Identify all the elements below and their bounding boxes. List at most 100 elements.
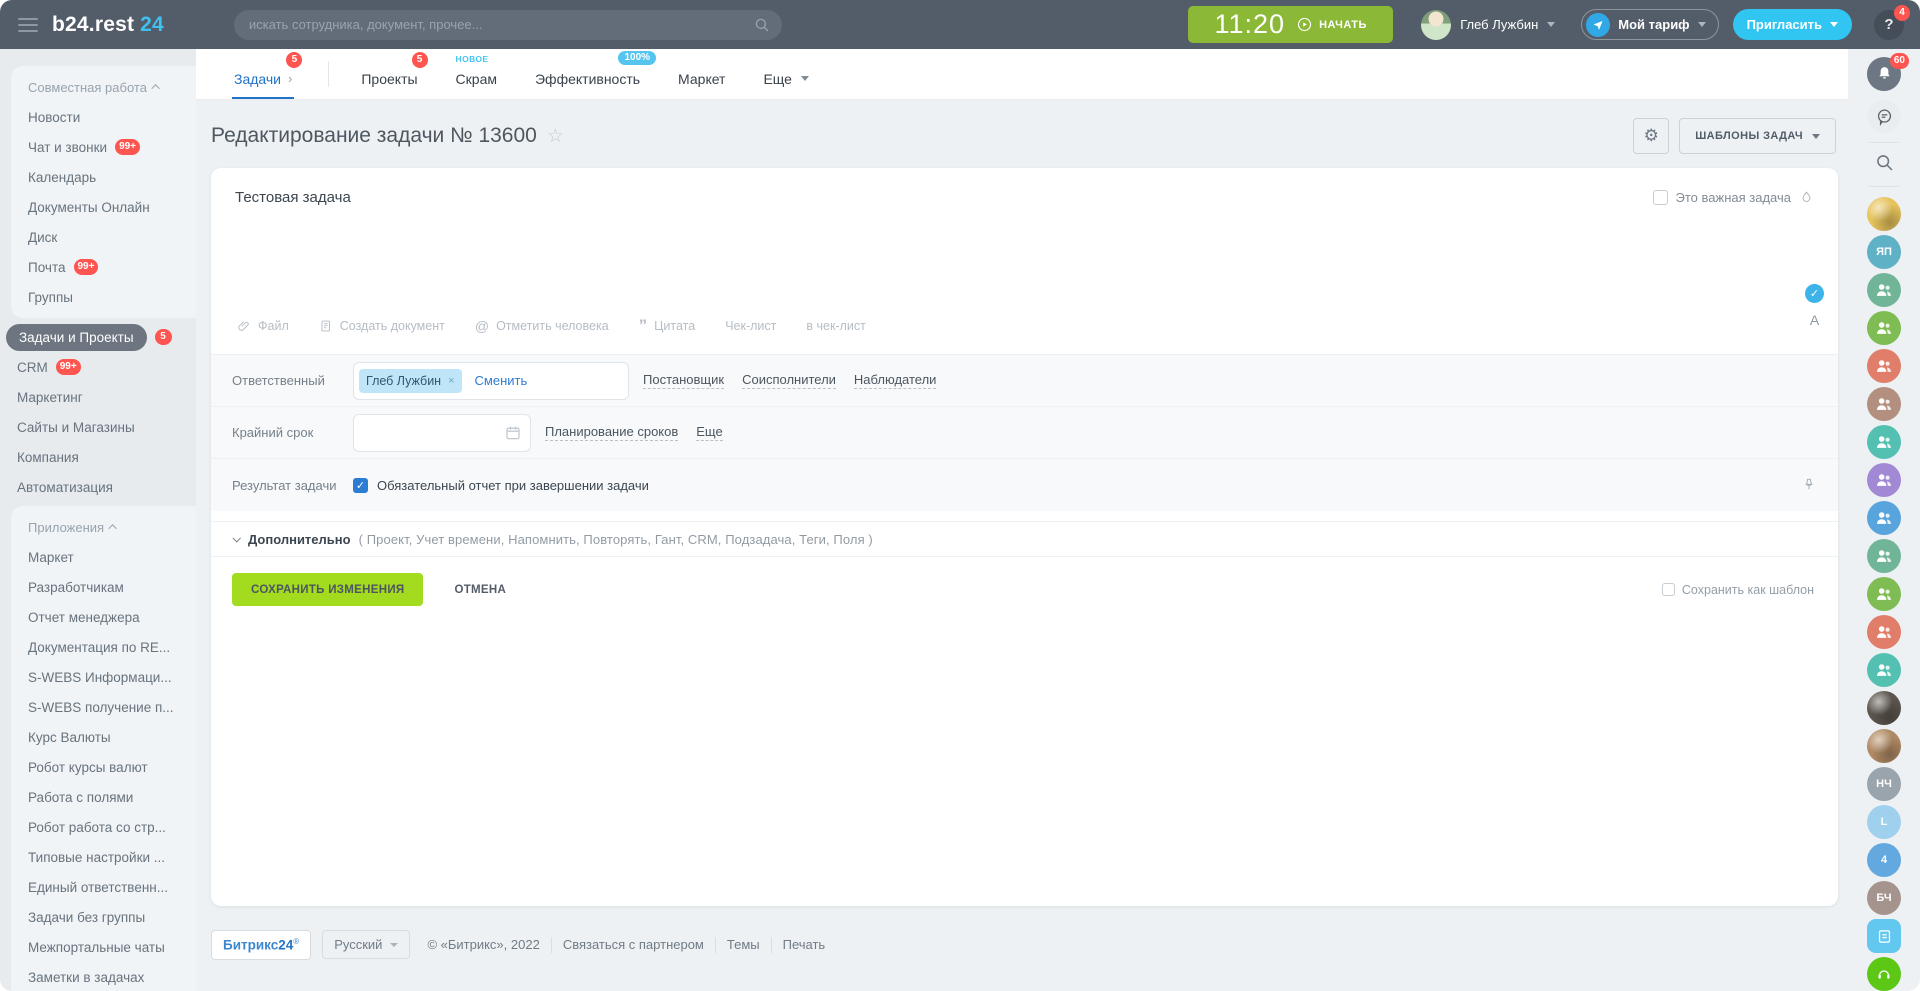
favorite-star-icon[interactable]: ☆ — [547, 125, 564, 147]
rail-search-button[interactable] — [1874, 152, 1895, 178]
menu-hamburger-icon[interactable] — [18, 18, 38, 32]
required-report-checkbox[interactable]: ✓ — [353, 478, 368, 493]
chat-avatar[interactable]: L — [1867, 805, 1901, 839]
notifications-button[interactable]: 60 — [1867, 57, 1901, 91]
sidebar-item-robot-strings[interactable]: Робот работа со стр... — [11, 812, 196, 842]
sidebar-item-marketing[interactable]: Маркетинг — [0, 382, 196, 412]
sidebar-item-crm[interactable]: CRM99+ — [0, 352, 196, 382]
change-responsible-link[interactable]: Сменить — [475, 373, 528, 388]
search-icon[interactable] — [753, 16, 771, 39]
group-chat-avatar[interactable] — [1867, 615, 1901, 649]
cancel-button[interactable]: ОТМЕНА — [454, 584, 506, 596]
attach-file-button[interactable]: Файл — [237, 319, 289, 333]
sidebar-item-chat[interactable]: Чат и звонки99+ — [11, 132, 196, 162]
save-as-template-checkbox[interactable] — [1662, 583, 1675, 596]
support-button[interactable] — [1867, 957, 1901, 991]
sidebar-item-tasks-no-group[interactable]: Задачи без группы — [11, 902, 196, 932]
responsible-chip[interactable]: Глеб Лужбин × — [359, 369, 462, 393]
group-chat-avatar[interactable] — [1867, 311, 1901, 345]
work-timer[interactable]: 11:20 НАЧАТЬ — [1188, 6, 1393, 43]
sidebar-item-market[interactable]: Маркет — [11, 542, 196, 572]
contact-partner-link[interactable]: Связаться с партнером — [563, 937, 704, 952]
group-chat-avatar[interactable] — [1867, 273, 1901, 307]
group-chat-avatar[interactable] — [1867, 501, 1901, 535]
important-task-checkbox[interactable] — [1653, 190, 1668, 205]
logo[interactable]: b24.rest24 — [52, 13, 164, 37]
tab-tasks[interactable]: Задачи › 5 — [232, 48, 294, 99]
settings-gear-button[interactable]: ⚙ — [1633, 118, 1669, 154]
group-chat-avatar[interactable] — [1867, 463, 1901, 497]
more-link[interactable]: Еще — [696, 424, 722, 441]
search-input[interactable] — [234, 10, 782, 40]
invite-button[interactable]: Пригласить — [1733, 9, 1852, 40]
task-templates-button[interactable]: ШАБЛОНЫ ЗАДАЧ — [1679, 118, 1836, 154]
group-chat-avatar[interactable] — [1867, 653, 1901, 687]
sidebar-item-calendar[interactable]: Календарь — [11, 162, 196, 192]
app-shortcut[interactable] — [1867, 919, 1901, 953]
quote-button[interactable]: ” Цитата — [639, 319, 696, 333]
sidebar-item-manager-report[interactable]: Отчет менеджера — [11, 602, 196, 632]
time-planning-link[interactable]: Планирование сроков — [545, 424, 678, 441]
sidebar-item-automation[interactable]: Автоматизация — [0, 472, 196, 502]
spellcheck-icon[interactable]: ✓ — [1805, 284, 1824, 303]
sidebar-item-docs-online[interactable]: Документы Онлайн — [11, 192, 196, 222]
checklist-button[interactable]: Чек-лист — [725, 319, 776, 333]
sidebar-group-header[interactable]: Приложения — [11, 512, 196, 542]
remove-chip-icon[interactable]: × — [448, 375, 454, 387]
print-link[interactable]: Печать — [783, 937, 826, 952]
create-document-button[interactable]: Создать документ — [319, 319, 445, 333]
chat-panel-button[interactable] — [1867, 100, 1901, 134]
chevron-right-icon[interactable]: › — [288, 71, 292, 86]
sidebar-item-drive[interactable]: Диск — [11, 222, 196, 252]
chat-avatar[interactable] — [1867, 197, 1901, 231]
tab-market[interactable]: Маркет — [676, 48, 727, 99]
themes-link[interactable]: Темы — [727, 937, 760, 952]
group-chat-avatar[interactable] — [1867, 577, 1901, 611]
sidebar-item-single-responsible[interactable]: Единый ответственн... — [11, 872, 196, 902]
observers-link[interactable]: Наблюдатели — [854, 372, 937, 389]
sidebar-item-tasks-projects[interactable]: Задачи и Проекты5 — [0, 322, 196, 352]
tab-efficiency[interactable]: Эффективность 100% — [533, 48, 642, 99]
sidebar-item-swebs-info[interactable]: S-WEBS Информаци... — [11, 662, 196, 692]
group-chat-avatar[interactable] — [1867, 387, 1901, 421]
sidebar-item-interportal-chats[interactable]: Межпортальные чаты — [11, 932, 196, 962]
timer-start-button[interactable]: НАЧАТЬ — [1296, 16, 1367, 33]
sidebar-item-robot-currency[interactable]: Робот курсы валют — [11, 752, 196, 782]
chat-avatar[interactable]: 4 — [1867, 843, 1901, 877]
mention-person-button[interactable]: @ Отметить человека — [475, 318, 609, 334]
tab-projects[interactable]: Проекты 5 — [359, 48, 419, 99]
sidebar-item-mail[interactable]: Почта99+ — [11, 252, 196, 282]
calendar-icon[interactable] — [504, 424, 522, 447]
task-description-area[interactable] — [211, 212, 1838, 308]
deadline-input[interactable] — [353, 414, 531, 452]
sidebar-item-task-notes[interactable]: Заметки в задачах — [11, 962, 196, 991]
text-mode-icon[interactable]: A — [1810, 312, 1819, 328]
save-button[interactable]: СОХРАНИТЬ ИЗМЕНЕНИЯ — [232, 573, 423, 606]
to-checklist-button[interactable]: в чек-лист — [806, 319, 865, 333]
sidebar-item-groups[interactable]: Группы — [11, 282, 196, 312]
help-button[interactable]: ? 4 — [1874, 10, 1904, 40]
chat-avatar[interactable]: НЧ — [1867, 767, 1901, 801]
chat-avatar[interactable]: БЧ — [1867, 881, 1901, 915]
chat-avatar[interactable]: ЯП — [1867, 235, 1901, 269]
sidebar-item-currency-rate[interactable]: Курс Валюты — [11, 722, 196, 752]
additional-section-toggle[interactable]: Дополнительно ( Проект, Учет времени, На… — [211, 521, 1838, 557]
sidebar-item-sites[interactable]: Сайты и Магазины — [0, 412, 196, 442]
tab-more[interactable]: Еще — [761, 48, 811, 99]
sidebar-item-rest-docs[interactable]: Документация по RE... — [11, 632, 196, 662]
group-chat-avatar[interactable] — [1867, 539, 1901, 573]
group-chat-avatar[interactable] — [1867, 349, 1901, 383]
bitrix24-brand-button[interactable]: Битрикс24® — [211, 930, 311, 960]
sidebar-item-developers[interactable]: Разработчикам — [11, 572, 196, 602]
chat-avatar[interactable] — [1867, 691, 1901, 725]
sidebar-item-news[interactable]: Новости — [11, 102, 196, 132]
sidebar-item-swebs-get[interactable]: S-WEBS получение п... — [11, 692, 196, 722]
sidebar-group-header[interactable]: Совместная работа — [11, 72, 196, 102]
sidebar-item-fields-work[interactable]: Работа с полями — [11, 782, 196, 812]
pin-icon[interactable] — [1802, 477, 1816, 496]
sidebar-item-default-settings[interactable]: Типовые настройки ... — [11, 842, 196, 872]
user-menu[interactable]: Глеб Лужбин — [1421, 10, 1555, 40]
tab-scrum[interactable]: НОВОЕ Скрам — [454, 48, 499, 99]
language-select[interactable]: Русский — [322, 930, 410, 959]
chat-avatar[interactable] — [1867, 729, 1901, 763]
